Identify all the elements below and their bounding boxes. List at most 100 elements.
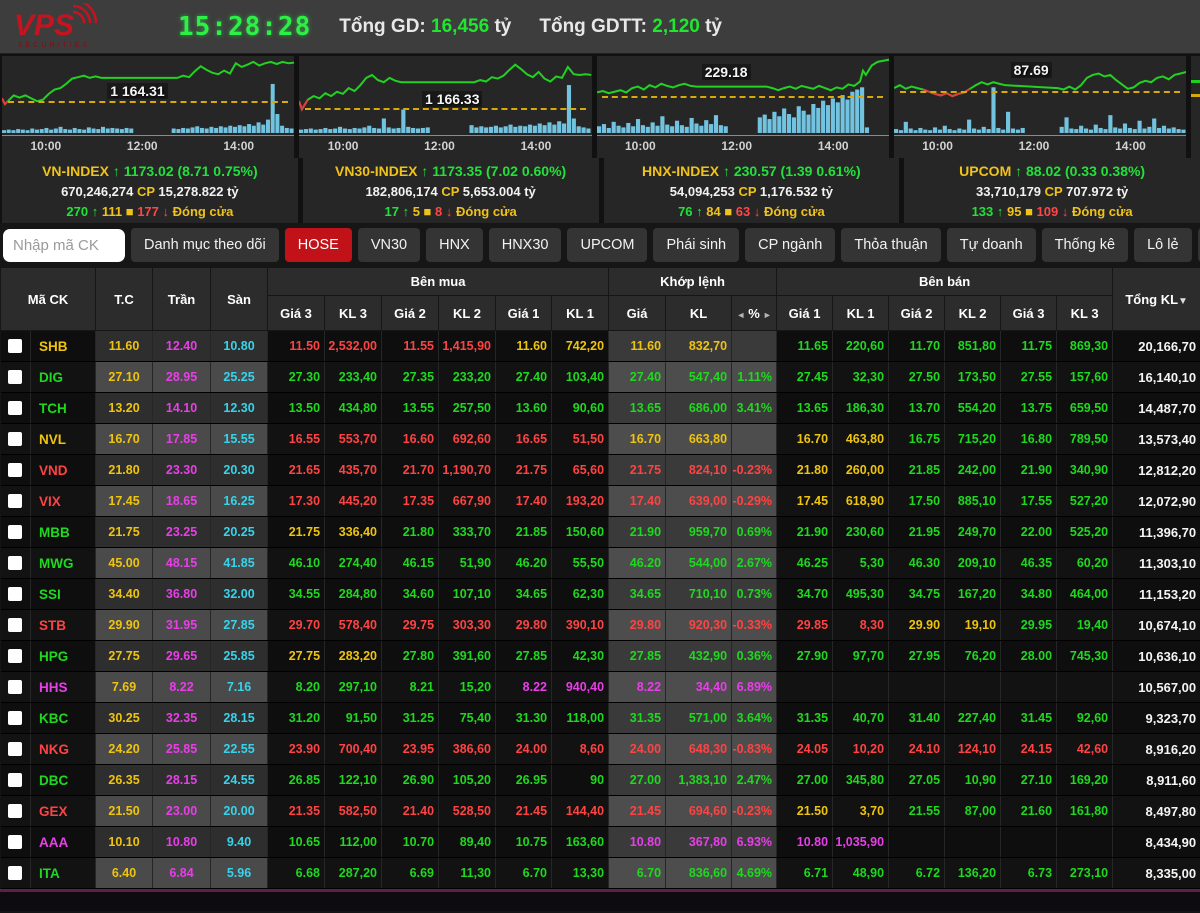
reference-price[interactable]: 16.70 [96, 424, 153, 455]
bid-price-2[interactable]: 17.35 [382, 486, 439, 517]
bid-price-1[interactable]: 27.40 [496, 362, 552, 393]
bid-vol-3[interactable]: 297,10 [325, 672, 382, 703]
ask-vol-1[interactable]: 345,80 [833, 765, 889, 796]
ask-vol-1[interactable]: 186,30 [833, 393, 889, 424]
ask-vol-1[interactable]: 48,90 [833, 858, 889, 889]
total-volume[interactable]: 8,497,80 [1113, 796, 1200, 827]
ask-price-3[interactable]: 21.60 [1001, 796, 1057, 827]
bid-vol-1[interactable]: 193,20 [552, 486, 609, 517]
bid-price-3[interactable]: 6.68 [268, 858, 325, 889]
symbol[interactable]: MBB [31, 517, 96, 548]
total-volume[interactable]: 10,674,10 [1113, 610, 1200, 641]
row-checkbox[interactable] [8, 711, 22, 725]
bid-price-1[interactable]: 21.45 [496, 796, 552, 827]
tab-tu-doanh[interactable]: Tự doanh [947, 228, 1036, 262]
ask-price-3[interactable]: 13.75 [1001, 393, 1057, 424]
tab-cp-nganh[interactable]: CP ngành [745, 228, 835, 262]
symbol[interactable]: MWG [31, 548, 96, 579]
row-checkbox[interactable] [8, 432, 22, 446]
bid-vol-1[interactable]: 62,30 [552, 579, 609, 610]
ask-price-1[interactable]: 46.25 [777, 548, 833, 579]
ask-vol-2[interactable]: 554,20 [945, 393, 1001, 424]
symbol[interactable]: GEX [31, 796, 96, 827]
ask-vol-1[interactable]: 260,00 [833, 455, 889, 486]
ask-vol-2[interactable]: 242,00 [945, 455, 1001, 486]
bid-price-1[interactable]: 31.30 [496, 703, 552, 734]
ceiling-price[interactable]: 8.22 [153, 672, 211, 703]
row-checkbox[interactable] [8, 587, 22, 601]
tab-upcom[interactable]: UPCOM [567, 228, 647, 262]
total-volume[interactable]: 16,140,10 [1113, 362, 1200, 393]
bid-price-3[interactable]: 10.65 [268, 827, 325, 858]
bid-vol-2[interactable]: 51,90 [439, 548, 496, 579]
matched-price[interactable]: 13.65 [609, 393, 666, 424]
total-volume[interactable]: 11,303,10 [1113, 548, 1200, 579]
bid-vol-1[interactable]: 940,40 [552, 672, 609, 703]
bid-vol-3[interactable]: 445,20 [325, 486, 382, 517]
ask-price-3[interactable]: 31.45 [1001, 703, 1057, 734]
symbol[interactable]: KBC [31, 703, 96, 734]
floor-price[interactable]: 25.85 [211, 641, 268, 672]
ask-price-2[interactable]: 27.50 [889, 362, 945, 393]
bid-vol-1[interactable]: 51,50 [552, 424, 609, 455]
bid-price-1[interactable]: 26.95 [496, 765, 552, 796]
matched-vol[interactable]: 639,00 [666, 486, 732, 517]
bid-vol-3[interactable]: 287,20 [325, 858, 382, 889]
symbol[interactable]: HHS [31, 672, 96, 703]
bid-price-2[interactable]: 6.69 [382, 858, 439, 889]
matched-price[interactable]: 46.20 [609, 548, 666, 579]
floor-price[interactable]: 7.16 [211, 672, 268, 703]
matched-percent[interactable]: 1.11% [732, 362, 777, 393]
floor-price[interactable]: 24.55 [211, 765, 268, 796]
row-checkbox[interactable] [8, 835, 22, 849]
bid-price-3[interactable]: 21.75 [268, 517, 325, 548]
symbol-search-input[interactable] [3, 229, 125, 262]
matched-vol[interactable]: 959,70 [666, 517, 732, 548]
ask-vol-2[interactable]: 19,10 [945, 610, 1001, 641]
bid-price-1[interactable]: 16.65 [496, 424, 552, 455]
ask-price-3[interactable]: 24.15 [1001, 734, 1057, 765]
row-checkbox[interactable] [8, 556, 22, 570]
bid-vol-1[interactable]: 65,60 [552, 455, 609, 486]
bid-price-3[interactable]: 31.20 [268, 703, 325, 734]
bid-price-3[interactable]: 21.65 [268, 455, 325, 486]
ask-price-2[interactable]: 6.72 [889, 858, 945, 889]
ceiling-price[interactable]: 48.15 [153, 548, 211, 579]
ask-vol-3[interactable] [1057, 827, 1113, 858]
bid-vol-2[interactable]: 667,90 [439, 486, 496, 517]
ask-price-2[interactable]: 17.50 [889, 486, 945, 517]
bid-price-1[interactable]: 27.85 [496, 641, 552, 672]
reference-price[interactable]: 6.40 [96, 858, 153, 889]
ask-price-1[interactable]: 6.71 [777, 858, 833, 889]
ask-price-3[interactable] [1001, 672, 1057, 703]
bid-vol-3[interactable]: 233,40 [325, 362, 382, 393]
ask-price-2[interactable]: 21.85 [889, 455, 945, 486]
ask-price-3[interactable]: 27.55 [1001, 362, 1057, 393]
ask-vol-1[interactable] [833, 672, 889, 703]
ask-price-3[interactable]: 28.00 [1001, 641, 1057, 672]
matched-percent[interactable]: -0.83% [732, 734, 777, 765]
ask-price-1[interactable]: 21.90 [777, 517, 833, 548]
ceiling-price[interactable]: 10.80 [153, 827, 211, 858]
matched-percent[interactable]: 6.93% [732, 827, 777, 858]
bid-price-2[interactable]: 10.70 [382, 827, 439, 858]
ask-vol-3[interactable]: 659,50 [1057, 393, 1113, 424]
ceiling-price[interactable]: 36.80 [153, 579, 211, 610]
ask-price-3[interactable]: 21.90 [1001, 455, 1057, 486]
reference-price[interactable]: 17.45 [96, 486, 153, 517]
bid-price-2[interactable]: 21.70 [382, 455, 439, 486]
ask-price-2[interactable]: 31.40 [889, 703, 945, 734]
matched-price[interactable]: 27.85 [609, 641, 666, 672]
bid-price-3[interactable]: 8.20 [268, 672, 325, 703]
ask-price-3[interactable]: 6.73 [1001, 858, 1057, 889]
bid-price-3[interactable]: 16.55 [268, 424, 325, 455]
bid-price-1[interactable]: 29.80 [496, 610, 552, 641]
ask-vol-3[interactable]: 273,10 [1057, 858, 1113, 889]
ask-vol-2[interactable]: 715,20 [945, 424, 1001, 455]
percent-prev-button[interactable]: ◄ [733, 310, 748, 320]
ask-price-1[interactable]: 13.65 [777, 393, 833, 424]
reference-price[interactable]: 30.25 [96, 703, 153, 734]
bid-vol-2[interactable]: 391,60 [439, 641, 496, 672]
bid-price-2[interactable]: 27.35 [382, 362, 439, 393]
ask-vol-3[interactable]: 92,60 [1057, 703, 1113, 734]
